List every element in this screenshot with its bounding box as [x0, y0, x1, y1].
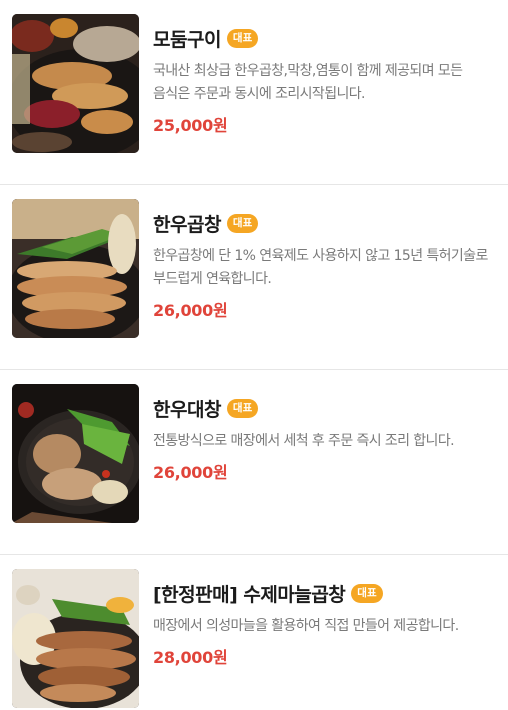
menu-item-price: 25,000원 [153, 116, 228, 135]
menu-item-info: 한우곱창 대표 한우곱창에 단 1% 연육제도 사용하지 않고 15년 특허기술… [153, 209, 501, 321]
garlic-gopchang-photo [12, 569, 139, 708]
menu-item-photo[interactable] [12, 199, 139, 338]
beef-gopchang-photo [12, 199, 139, 338]
signature-badge: 대표 [226, 213, 259, 233]
title-row: 한우곱창 대표 [153, 209, 501, 237]
menu-item-title: 한우대창 [153, 398, 221, 421]
title-row: 모둠구이 대표 [153, 24, 501, 52]
menu-item-description: 한우곱창에 단 1% 연육제도 사용하지 않고 15년 특허기술로 부드럽게 연… [153, 248, 488, 287]
menu-item-info: [한정판매] 수제마늘곱창 대표 매장에서 의성마늘을 활용하여 직접 만들어 … [153, 579, 501, 668]
title-row: 한우대창 대표 [153, 394, 501, 422]
menu-item-price: 26,000원 [153, 463, 228, 482]
menu-item-description: 전통방식으로 매장에서 세척 후 주문 즉시 조리 합니다. [153, 433, 455, 449]
signature-badge: 대표 [351, 583, 383, 603]
menu-item-photo[interactable] [12, 569, 139, 708]
menu-item-title: [한정판매] 수제마늘곱창 [153, 583, 346, 606]
menu-item-price: 26,000원 [153, 301, 228, 320]
menu-item-photo[interactable] [12, 14, 139, 153]
beef-daechang-photo [12, 384, 139, 523]
menu-item-photo[interactable] [12, 384, 139, 523]
menu-item-info: 모둠구이 대표 국내산 최상급 한우곱창,막창,염통이 함께 제공되며 모든 음… [153, 24, 501, 136]
signature-badge: 대표 [226, 398, 259, 418]
menu-item-title: 한우곱창 [153, 213, 221, 236]
menu-item-beef-daechang[interactable]: 한우대창 대표 전통방식으로 매장에서 세척 후 주문 즉시 조리 합니다. 2… [0, 370, 508, 555]
menu-item-description: 국내산 최상급 한우곱창,막창,염통이 함께 제공되며 모든 음식은 주문과 동… [153, 63, 463, 102]
menu-list: 모둠구이 대표 국내산 최상급 한우곱창,막창,염통이 함께 제공되며 모든 음… [0, 0, 508, 710]
signature-badge: 대표 [226, 28, 259, 48]
menu-item-mixed-grill[interactable]: 모둠구이 대표 국내산 최상급 한우곱창,막창,염통이 함께 제공되며 모든 음… [0, 0, 508, 185]
menu-item-description: 매장에서 의성마늘을 활용하여 직접 만들어 제공합니다. [153, 618, 459, 634]
menu-item-info: 한우대창 대표 전통방식으로 매장에서 세척 후 주문 즉시 조리 합니다. 2… [153, 394, 501, 483]
menu-item-beef-gopchang[interactable]: 한우곱창 대표 한우곱창에 단 1% 연육제도 사용하지 않고 15년 특허기술… [0, 185, 508, 370]
menu-item-title: 모둠구이 [153, 28, 221, 51]
menu-item-price: 28,000원 [153, 648, 228, 667]
menu-item-garlic-gopchang[interactable]: [한정판매] 수제마늘곱창 대표 매장에서 의성마늘을 활용하여 직접 만들어 … [0, 555, 508, 710]
title-row: [한정판매] 수제마늘곱창 대표 [153, 579, 501, 607]
mixed-grill-photo [12, 14, 139, 153]
